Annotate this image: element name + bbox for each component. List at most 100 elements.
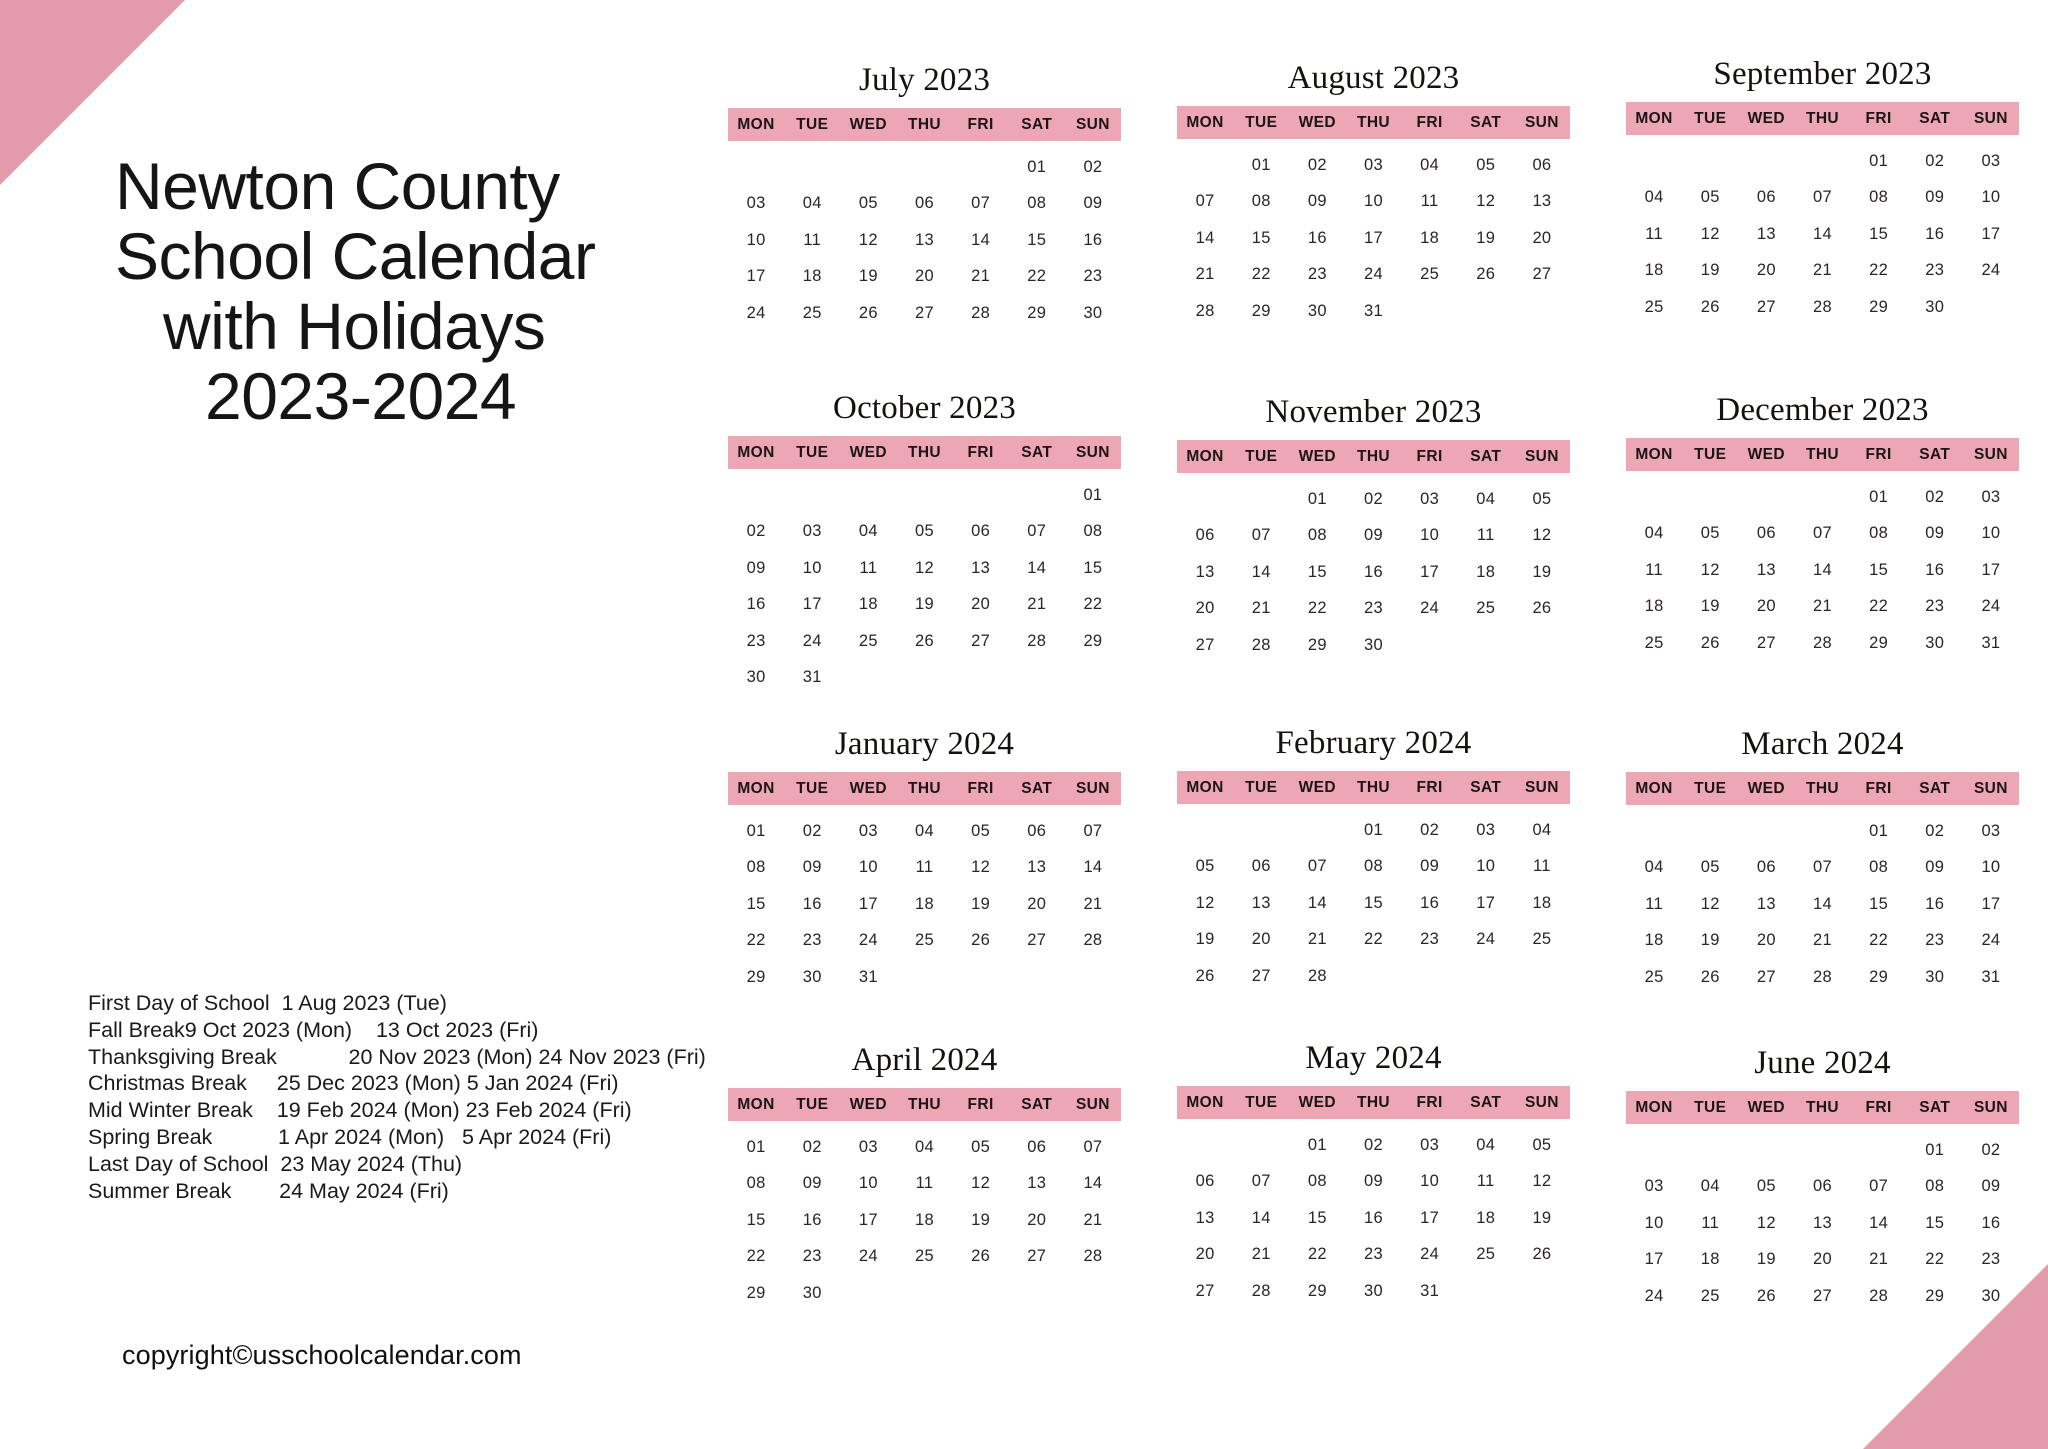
- day-cell[interactable]: 13: [1738, 895, 1794, 914]
- day-cell[interactable]: 28: [1065, 931, 1121, 950]
- day-cell[interactable]: 28: [1794, 634, 1850, 653]
- day-cell[interactable]: 24: [1402, 599, 1458, 618]
- day-cell[interactable]: 03: [1402, 490, 1458, 509]
- day-cell[interactable]: 07: [1177, 192, 1233, 211]
- day-cell[interactable]: 21: [1233, 599, 1289, 618]
- day-cell[interactable]: 21: [1851, 1250, 1907, 1269]
- day-cell[interactable]: 15: [1851, 225, 1907, 244]
- day-cell[interactable]: 02: [1963, 1141, 2019, 1160]
- day-cell[interactable]: 25: [896, 1247, 952, 1266]
- day-cell[interactable]: 06: [953, 522, 1009, 541]
- day-cell[interactable]: 03: [1402, 1136, 1458, 1155]
- day-cell[interactable]: 31: [1402, 1282, 1458, 1301]
- day-cell[interactable]: 16: [784, 1211, 840, 1230]
- day-cell[interactable]: 27: [1177, 636, 1233, 655]
- day-cell[interactable]: 16: [1907, 895, 1963, 914]
- day-cell[interactable]: 15: [1065, 559, 1121, 578]
- day-cell[interactable]: 18: [1458, 563, 1514, 582]
- day-cell[interactable]: 19: [840, 267, 896, 286]
- day-cell[interactable]: 02: [1907, 152, 1963, 171]
- day-cell[interactable]: 19: [1682, 931, 1738, 950]
- day-cell[interactable]: 22: [1851, 931, 1907, 950]
- day-cell[interactable]: 30: [784, 968, 840, 987]
- day-cell[interactable]: 14: [953, 231, 1009, 250]
- day-cell[interactable]: 16: [784, 895, 840, 914]
- day-cell[interactable]: 18: [840, 595, 896, 614]
- day-cell[interactable]: 08: [1233, 192, 1289, 211]
- day-cell[interactable]: 25: [1458, 599, 1514, 618]
- day-cell[interactable]: 03: [1626, 1177, 1682, 1196]
- day-cell[interactable]: 17: [840, 1211, 896, 1230]
- day-cell[interactable]: 11: [896, 858, 952, 877]
- day-cell[interactable]: 01: [1851, 488, 1907, 507]
- day-cell[interactable]: 24: [1963, 261, 2019, 280]
- day-cell[interactable]: 17: [728, 267, 784, 286]
- day-cell[interactable]: 12: [1682, 895, 1738, 914]
- day-cell[interactable]: 04: [1626, 524, 1682, 543]
- day-cell[interactable]: 17: [1402, 1209, 1458, 1228]
- day-cell[interactable]: 13: [1794, 1214, 1850, 1233]
- day-cell[interactable]: 25: [1626, 634, 1682, 653]
- day-cell[interactable]: 22: [728, 931, 784, 950]
- day-cell[interactable]: 14: [1177, 229, 1233, 248]
- day-cell[interactable]: 27: [1738, 634, 1794, 653]
- day-cell[interactable]: 03: [1963, 152, 2019, 171]
- day-cell[interactable]: 29: [1851, 968, 1907, 987]
- day-cell[interactable]: 22: [1345, 930, 1401, 949]
- day-cell[interactable]: 16: [1289, 229, 1345, 248]
- day-cell[interactable]: 01: [1851, 152, 1907, 171]
- day-cell[interactable]: 23: [784, 1247, 840, 1266]
- day-cell[interactable]: 16: [728, 595, 784, 614]
- day-cell[interactable]: 02: [1402, 821, 1458, 840]
- day-cell[interactable]: 22: [1851, 261, 1907, 280]
- day-cell[interactable]: 05: [1682, 188, 1738, 207]
- day-cell[interactable]: 24: [1345, 265, 1401, 284]
- day-cell[interactable]: 19: [953, 1211, 1009, 1230]
- day-cell[interactable]: 06: [1177, 526, 1233, 545]
- day-cell[interactable]: 07: [1794, 858, 1850, 877]
- day-cell[interactable]: 23: [1065, 267, 1121, 286]
- day-cell[interactable]: 16: [1402, 894, 1458, 913]
- day-cell[interactable]: 08: [1289, 526, 1345, 545]
- day-cell[interactable]: 24: [840, 1247, 896, 1266]
- day-cell[interactable]: 29: [1233, 302, 1289, 321]
- day-cell[interactable]: 22: [1233, 265, 1289, 284]
- day-cell[interactable]: 19: [1514, 1209, 1570, 1228]
- day-cell[interactable]: 14: [1065, 1174, 1121, 1193]
- day-cell[interactable]: 30: [728, 668, 784, 687]
- day-cell[interactable]: 02: [1907, 488, 1963, 507]
- day-cell[interactable]: 03: [1345, 156, 1401, 175]
- day-cell[interactable]: 13: [1233, 894, 1289, 913]
- day-cell[interactable]: 18: [1682, 1250, 1738, 1269]
- day-cell[interactable]: 30: [1345, 1282, 1401, 1301]
- day-cell[interactable]: 07: [1233, 526, 1289, 545]
- day-cell[interactable]: 18: [1514, 894, 1570, 913]
- day-cell[interactable]: 22: [1851, 597, 1907, 616]
- day-cell[interactable]: 26: [1458, 265, 1514, 284]
- day-cell[interactable]: 17: [1963, 561, 2019, 580]
- day-cell[interactable]: 07: [1289, 857, 1345, 876]
- day-cell[interactable]: 22: [1065, 595, 1121, 614]
- day-cell[interactable]: 28: [1233, 636, 1289, 655]
- day-cell[interactable]: 16: [1345, 1209, 1401, 1228]
- day-cell[interactable]: 23: [1345, 599, 1401, 618]
- day-cell[interactable]: 09: [784, 1174, 840, 1193]
- day-cell[interactable]: 11: [1458, 1172, 1514, 1191]
- day-cell[interactable]: 19: [1177, 930, 1233, 949]
- day-cell[interactable]: 25: [1458, 1245, 1514, 1264]
- day-cell[interactable]: 15: [1289, 563, 1345, 582]
- day-cell[interactable]: 18: [784, 267, 840, 286]
- day-cell[interactable]: 09: [1289, 192, 1345, 211]
- day-cell[interactable]: 11: [1626, 895, 1682, 914]
- day-cell[interactable]: 12: [1682, 225, 1738, 244]
- day-cell[interactable]: 07: [953, 194, 1009, 213]
- day-cell[interactable]: 05: [896, 522, 952, 541]
- day-cell[interactable]: 10: [1402, 1172, 1458, 1191]
- day-cell[interactable]: 22: [1289, 599, 1345, 618]
- day-cell[interactable]: 01: [728, 1138, 784, 1157]
- day-cell[interactable]: 28: [1177, 302, 1233, 321]
- day-cell[interactable]: 20: [1514, 229, 1570, 248]
- day-cell[interactable]: 03: [784, 522, 840, 541]
- day-cell[interactable]: 10: [1963, 524, 2019, 543]
- day-cell[interactable]: 15: [1233, 229, 1289, 248]
